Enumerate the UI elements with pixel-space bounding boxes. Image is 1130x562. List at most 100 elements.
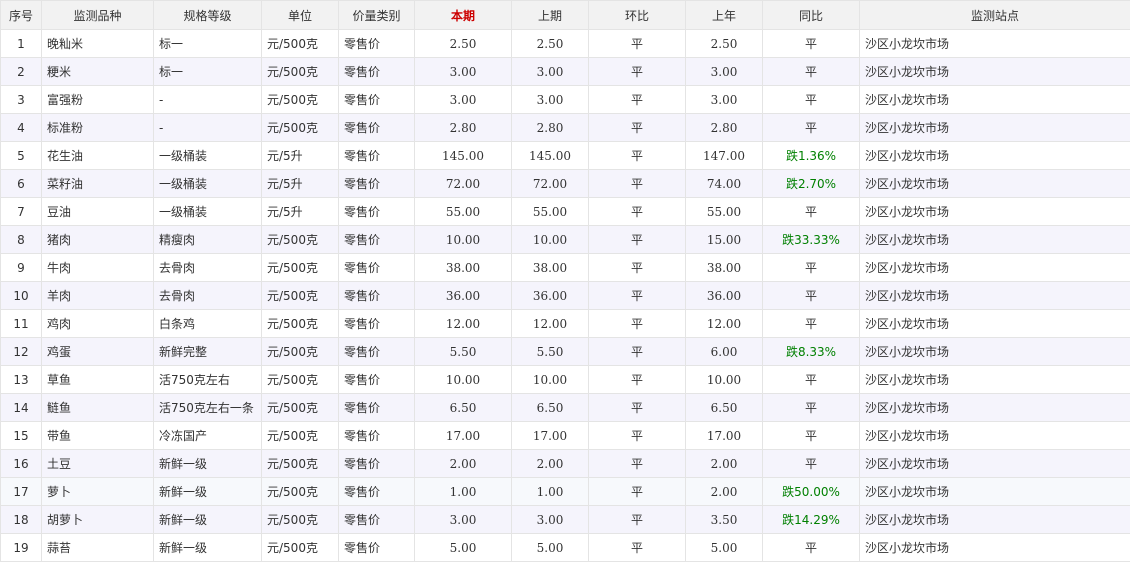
cell-item: 蒜苔	[42, 534, 154, 562]
cell-current: 72.00	[415, 170, 512, 198]
cell-spec: 标一	[154, 58, 262, 86]
cell-unit: 元/500克	[262, 506, 339, 534]
table-row: 8猪肉精瘦肉元/500克零售价10.0010.00平15.00跌33.33%沙区…	[1, 226, 1130, 254]
cell-item: 富强粉	[42, 86, 154, 114]
cell-yoy: 平	[763, 366, 860, 394]
cell-yoy: 跌8.33%	[763, 338, 860, 366]
cell-current: 36.00	[415, 282, 512, 310]
cell-item: 胡萝卜	[42, 506, 154, 534]
cell-current: 6.50	[415, 394, 512, 422]
header-last-year: 上年	[686, 1, 763, 30]
cell-mom: 平	[589, 366, 686, 394]
cell-last-year: 6.00	[686, 338, 763, 366]
cell-site: 沙区小龙坎市场	[860, 310, 1130, 338]
cell-last-year: 3.00	[686, 86, 763, 114]
cell-price-type: 零售价	[339, 198, 415, 226]
cell-site: 沙区小龙坎市场	[860, 506, 1130, 534]
cell-index: 10	[1, 282, 42, 310]
cell-current: 2.00	[415, 450, 512, 478]
cell-site: 沙区小龙坎市场	[860, 30, 1130, 58]
cell-mom: 平	[589, 450, 686, 478]
cell-previous: 145.00	[512, 142, 589, 170]
cell-previous: 5.00	[512, 534, 589, 562]
table-row: 18胡萝卜新鲜一级元/500克零售价3.003.00平3.50跌14.29%沙区…	[1, 506, 1130, 534]
header-spec: 规格等级	[154, 1, 262, 30]
cell-unit: 元/500克	[262, 338, 339, 366]
cell-index: 17	[1, 478, 42, 506]
cell-price-type: 零售价	[339, 86, 415, 114]
cell-previous: 1.00	[512, 478, 589, 506]
cell-mom: 平	[589, 282, 686, 310]
table-row: 12鸡蛋新鲜完整元/500克零售价5.505.50平6.00跌8.33%沙区小龙…	[1, 338, 1130, 366]
cell-unit: 元/500克	[262, 30, 339, 58]
cell-yoy: 跌50.00%	[763, 478, 860, 506]
cell-current: 10.00	[415, 366, 512, 394]
cell-unit: 元/5升	[262, 198, 339, 226]
cell-site: 沙区小龙坎市场	[860, 394, 1130, 422]
cell-mom: 平	[589, 30, 686, 58]
cell-last-year: 38.00	[686, 254, 763, 282]
cell-item: 鲢鱼	[42, 394, 154, 422]
cell-yoy: 平	[763, 534, 860, 562]
cell-mom: 平	[589, 534, 686, 562]
table-row: 3富强粉-元/500克零售价3.003.00平3.00平沙区小龙坎市场	[1, 86, 1130, 114]
cell-last-year: 147.00	[686, 142, 763, 170]
cell-item: 晚籼米	[42, 30, 154, 58]
cell-last-year: 12.00	[686, 310, 763, 338]
cell-unit: 元/500克	[262, 58, 339, 86]
cell-yoy: 平	[763, 310, 860, 338]
cell-item: 菜籽油	[42, 170, 154, 198]
cell-current: 12.00	[415, 310, 512, 338]
table-row: 5花生油一级桶装元/5升零售价145.00145.00平147.00跌1.36%…	[1, 142, 1130, 170]
cell-item: 标准粉	[42, 114, 154, 142]
cell-spec: 一级桶装	[154, 142, 262, 170]
table-row: 6菜籽油一级桶装元/5升零售价72.0072.00平74.00跌2.70%沙区小…	[1, 170, 1130, 198]
header-current-period: 本期	[415, 1, 512, 30]
cell-index: 16	[1, 450, 42, 478]
cell-current: 2.50	[415, 30, 512, 58]
cell-index: 15	[1, 422, 42, 450]
cell-spec: 新鲜一级	[154, 478, 262, 506]
cell-site: 沙区小龙坎市场	[860, 58, 1130, 86]
cell-spec: -	[154, 86, 262, 114]
cell-mom: 平	[589, 198, 686, 226]
cell-site: 沙区小龙坎市场	[860, 254, 1130, 282]
cell-index: 11	[1, 310, 42, 338]
cell-index: 3	[1, 86, 42, 114]
cell-current: 17.00	[415, 422, 512, 450]
cell-previous: 17.00	[512, 422, 589, 450]
cell-item: 萝卜	[42, 478, 154, 506]
cell-mom: 平	[589, 58, 686, 86]
cell-spec: 去骨肉	[154, 254, 262, 282]
cell-price-type: 零售价	[339, 310, 415, 338]
cell-current: 55.00	[415, 198, 512, 226]
cell-current: 2.80	[415, 114, 512, 142]
cell-previous: 3.00	[512, 506, 589, 534]
cell-unit: 元/500克	[262, 394, 339, 422]
cell-previous: 3.00	[512, 58, 589, 86]
cell-index: 8	[1, 226, 42, 254]
cell-mom: 平	[589, 254, 686, 282]
cell-yoy: 平	[763, 282, 860, 310]
header-monitor-site: 监测站点	[860, 1, 1130, 30]
table-row: 4标准粉-元/500克零售价2.802.80平2.80平沙区小龙坎市场	[1, 114, 1130, 142]
cell-price-type: 零售价	[339, 478, 415, 506]
header-item: 监测品种	[42, 1, 154, 30]
cell-price-type: 零售价	[339, 506, 415, 534]
cell-spec: 新鲜一级	[154, 534, 262, 562]
cell-mom: 平	[589, 142, 686, 170]
table-row: 1晚籼米标一元/500克零售价2.502.50平2.50平沙区小龙坎市场	[1, 30, 1130, 58]
cell-unit: 元/500克	[262, 226, 339, 254]
cell-price-type: 零售价	[339, 394, 415, 422]
cell-item: 豆油	[42, 198, 154, 226]
header-year-over-year: 同比	[763, 1, 860, 30]
cell-site: 沙区小龙坎市场	[860, 226, 1130, 254]
cell-yoy: 平	[763, 394, 860, 422]
cell-index: 6	[1, 170, 42, 198]
header-price-type: 价量类别	[339, 1, 415, 30]
cell-item: 鸡蛋	[42, 338, 154, 366]
cell-last-year: 3.50	[686, 506, 763, 534]
cell-index: 1	[1, 30, 42, 58]
table-row: 2粳米标一元/500克零售价3.003.00平3.00平沙区小龙坎市场	[1, 58, 1130, 86]
cell-last-year: 15.00	[686, 226, 763, 254]
